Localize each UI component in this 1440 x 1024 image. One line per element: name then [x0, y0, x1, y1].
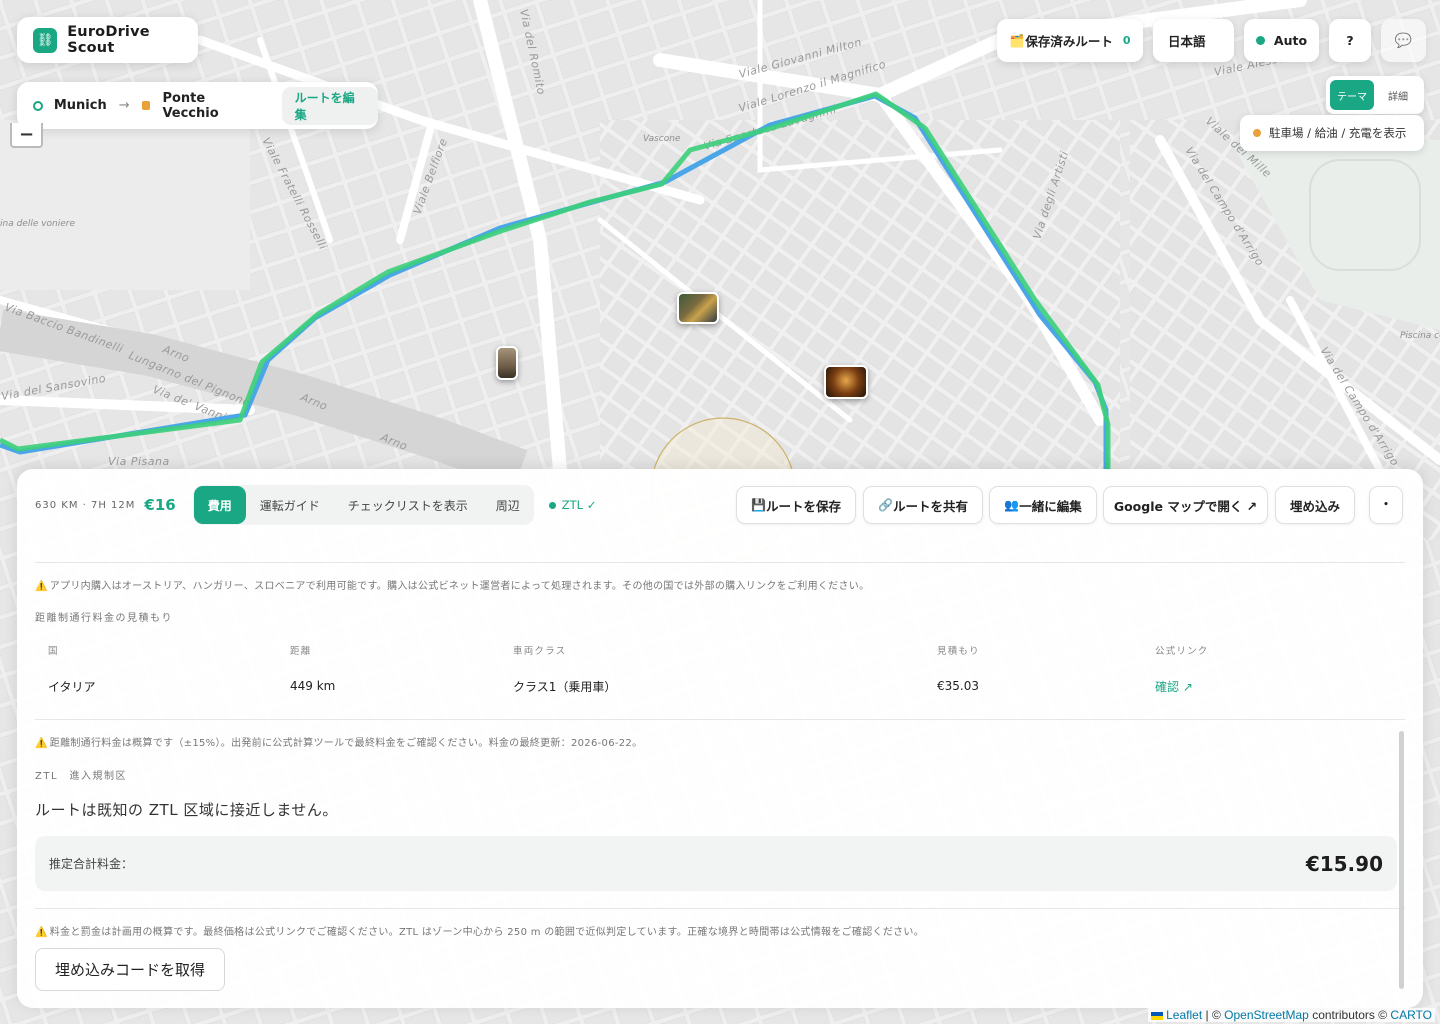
poi-toggle-label: 駐車場 / 給油 / 充電を表示 [1269, 126, 1407, 140]
trip-cost: €16 [144, 496, 176, 514]
column-header: 見積もり [937, 646, 980, 657]
toll-estimate: €35.03 [937, 679, 979, 693]
link-icon: 🔗 [878, 498, 893, 512]
toll-official-link[interactable]: 確認 ↗ [1155, 680, 1193, 694]
photo-marker[interactable] [677, 292, 719, 324]
ztl-status-badge: ZTL ✓ [548, 498, 597, 512]
poi-label: ina delle voniere [0, 219, 76, 229]
column-header: 車両クラス [513, 646, 567, 657]
toll-section-title: 距離制通行料金の見積もり [35, 613, 173, 624]
total-value: €15.90 [1305, 851, 1383, 876]
table-row: イタリア 449 km クラス1（乗用車） €35.03 確認 ↗ [35, 663, 1397, 709]
app-title: EuroDrive Scout [67, 24, 150, 56]
photo-marker[interactable] [824, 365, 868, 399]
panel-toolbar: 630 KM · 7H 12M €16 費用 運転ガイド チェックリストを表示 … [35, 485, 1405, 525]
people-icon: 👥 [1004, 498, 1020, 512]
get-embed-code-button[interactable]: 埋め込みコードを取得 [35, 948, 225, 991]
save-route-button[interactable]: 💾 ルートを保存 [736, 486, 856, 524]
warning-icon: ⚠️ [35, 738, 48, 749]
tab-detail[interactable]: 詳細 [1376, 80, 1420, 110]
poi-label: Piscina comunale Pa Costoli [1400, 331, 1440, 341]
toll-warning: ⚠️ 距離制通行料金は概算です（±15%）。出発前に公式計算ツールで最終料金をご確… [35, 738, 643, 749]
panel-scrollbar[interactable] [1399, 731, 1404, 989]
app-brand: ⛓ EuroDrive Scout [17, 17, 198, 63]
column-header: 公式リンク [1155, 646, 1209, 657]
toll-distance: 449 km [290, 679, 336, 693]
toll-table: 国 距離 車両クラス 見積もり 公式リンク イタリア 449 km クラス1（乗… [35, 637, 1397, 709]
zoom-out-button[interactable]: − [10, 123, 43, 148]
warning-icon: ⚠️ [35, 581, 48, 592]
tab-nearby[interactable]: 周辺 [482, 486, 534, 524]
ukraine-flag-icon [1151, 1011, 1164, 1020]
map-style-toggle: テーマ 詳細 [1326, 76, 1424, 114]
total-label: 推定合計料金： [49, 857, 134, 871]
floppy-icon: 💾 [751, 498, 766, 512]
chat-icon[interactable]: 💬 [1381, 19, 1426, 62]
tab-driving-guide[interactable]: 運転ガイド [246, 486, 334, 524]
embed-button[interactable]: 埋め込み [1275, 486, 1355, 524]
destination-marker-icon [141, 101, 151, 110]
final-warning: ⚠️ 料金と罰金は計画用の概算です。最終価格は公式リンクでご確認ください。ZTL … [35, 927, 925, 938]
saved-routes-label: 保存済みルート [1025, 34, 1113, 49]
language-select[interactable]: 日本語 [1153, 19, 1234, 62]
poi-dot-icon [1253, 129, 1261, 137]
status-dot-icon [548, 501, 556, 509]
trip-panel: 630 KM · 7H 12M €16 費用 運転ガイド チェックリストを表示 … [17, 469, 1423, 1008]
column-header: 国 [48, 646, 59, 657]
ztl-section-title: ZTL 進入規制区 [35, 771, 128, 782]
divider [35, 562, 1405, 563]
mode-label: Auto [1273, 33, 1308, 48]
total-cost-box: 推定合計料金： €15.90 [35, 836, 1397, 891]
map-attribution: Leaflet | © OpenStreetMap contributors ©… [1148, 1008, 1435, 1022]
origin-marker-icon [33, 100, 43, 111]
tab-checklist[interactable]: チェックリストを表示 [334, 486, 482, 524]
saved-routes-count: 0 [1122, 34, 1131, 47]
trip-summary: 630 KM · 7H 12M [35, 499, 136, 511]
status-dot-icon [1255, 36, 1265, 45]
route-destination: Ponte Vecchio [162, 90, 219, 121]
saved-routes-button[interactable]: 🗂️ 保存済みルート 0 [997, 19, 1143, 62]
poi-layer-toggle[interactable]: 駐車場 / 給油 / 充電を表示 [1240, 115, 1424, 151]
route-summary-chip: Munich → Ponte Vecchio ルートを編集 [17, 82, 378, 129]
help-button[interactable]: ? [1329, 19, 1371, 62]
arrow-right-icon: → [118, 98, 130, 113]
route-origin: Munich [53, 98, 107, 113]
folder-icon: 🗂️ [1009, 33, 1025, 48]
osm-link[interactable]: OpenStreetMap [1224, 1008, 1309, 1022]
divider [35, 719, 1405, 720]
route-link-icon: ⛓ [33, 27, 58, 53]
photo-marker[interactable] [496, 346, 518, 380]
toll-country: イタリア [48, 679, 96, 694]
column-header: 距離 [290, 646, 312, 657]
co-edit-button[interactable]: 👥 一緒に編集 [989, 486, 1097, 524]
edit-route-button[interactable]: ルートを編集 [281, 86, 378, 125]
poi-label: Vascone [643, 134, 681, 144]
toll-vehicle-class: クラス1（乗用車） [513, 679, 617, 694]
open-google-maps-button[interactable]: Google マップで開く ↗ [1103, 486, 1268, 524]
tab-theme[interactable]: テーマ [1330, 80, 1374, 110]
warning-icon: ⚠️ [35, 927, 48, 938]
mode-toggle[interactable]: Auto [1244, 19, 1319, 62]
tab-cost[interactable]: 費用 [193, 486, 246, 524]
street-label: Via Pisana [108, 455, 170, 468]
leaflet-link[interactable]: Leaflet [1166, 1008, 1202, 1022]
panel-tabs: 費用 運転ガイド チェックリストを表示 周辺 [192, 485, 534, 525]
divider [35, 908, 1405, 909]
more-options-button[interactable]: • [1369, 486, 1403, 524]
vignette-warning: ⚠️ アプリ内購入はオーストリア、ハンガリー、スロベニアで利用可能です。購入は公式… [35, 581, 870, 592]
ztl-badge-label: ZTL ✓ [561, 498, 597, 512]
ztl-message: ルートは既知の ZTL 区域に接近しません。 [35, 801, 338, 819]
share-route-button[interactable]: 🔗 ルートを共有 [863, 486, 983, 524]
carto-link[interactable]: CARTO [1390, 1008, 1432, 1022]
